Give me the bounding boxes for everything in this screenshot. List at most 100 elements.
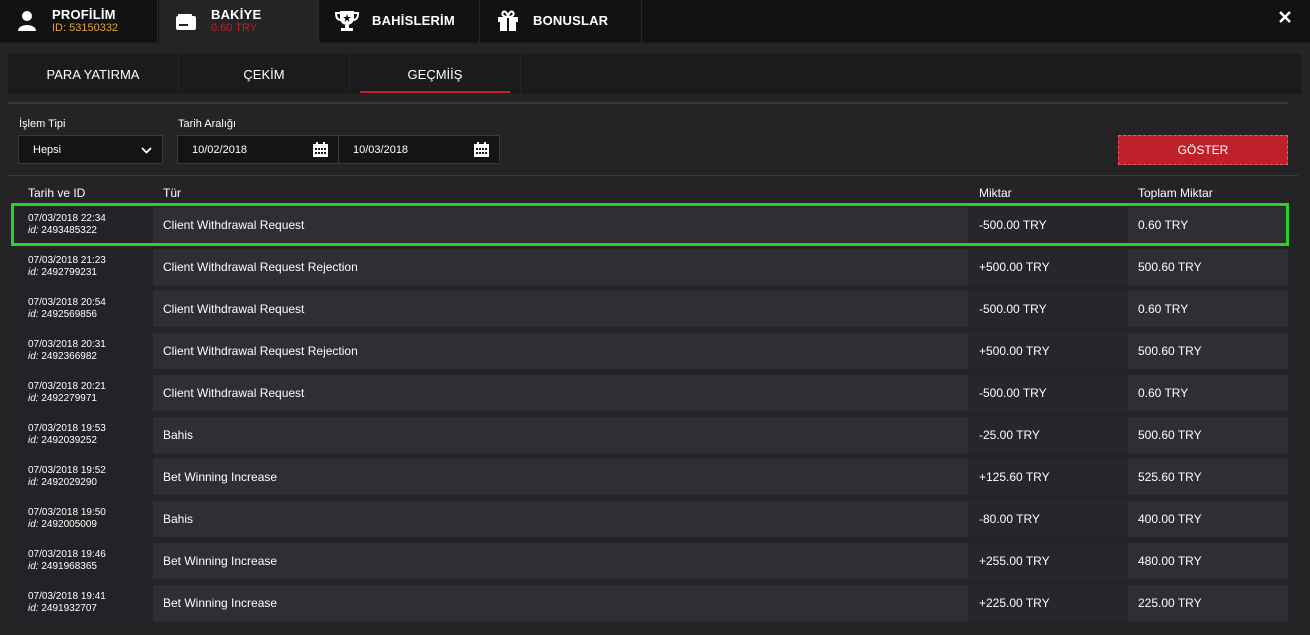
tab-history[interactable]: GEÇMİİŞ	[350, 54, 520, 94]
date-to-value: 10/03/2018	[353, 143, 409, 156]
row-id-value: 2492279971	[41, 393, 97, 404]
row-id: id: 2491968365	[28, 561, 153, 573]
tab-balance[interactable]: BAKİYE 0.60 TRY	[159, 0, 319, 43]
row-id-value: 2492799231	[41, 267, 97, 278]
row-type: Client Withdrawal Request	[163, 386, 305, 400]
row-amount: -25.00 TRY	[979, 428, 1040, 442]
row-id: id: 2492279971	[28, 393, 153, 405]
row-type: Client Withdrawal Request	[163, 302, 305, 316]
table-row[interactable]: 07/03/2018 20:31 id: 2492366982 Client Wit…	[18, 333, 1288, 369]
row-type: Client Withdrawal Request Rejection	[163, 344, 358, 358]
row-amount-cell: +225.00 TRY	[968, 585, 1128, 621]
row-id: id: 2491932707	[28, 603, 153, 615]
date-id-cell: 07/03/2018 19:52 id: 2492029290	[18, 459, 153, 495]
table-row[interactable]: 07/03/2018 20:54 id: 2492569856 Client Wit…	[18, 291, 1288, 327]
divider	[8, 102, 1288, 104]
id-prefix: id:	[28, 309, 39, 320]
row-id-value: 2492569856	[41, 309, 97, 320]
row-amount-cell: -500.00 TRY	[968, 291, 1128, 327]
wallet-icon	[173, 9, 199, 35]
row-amount-cell: +500.00 TRY	[968, 249, 1128, 285]
subtab-bar: PARA YATIRMA ÇEKİM GEÇMİİŞ	[8, 54, 521, 94]
row-total: 0.60 TRY	[1138, 386, 1189, 400]
row-id-value: 2492005009	[41, 519, 97, 530]
row-amount-cell: +500.00 TRY	[968, 333, 1128, 369]
row-total: 225.00 TRY	[1138, 596, 1202, 610]
trophy-icon	[334, 8, 360, 34]
table-row[interactable]: 07/03/2018 19:50 id: 2492005009 Bahis -80.0…	[18, 501, 1288, 537]
row-date: 07/03/2018 20:31	[28, 339, 106, 350]
tab-deposit[interactable]: PARA YATIRMA	[8, 54, 178, 94]
header-type: Tür	[163, 186, 181, 200]
tab-bets[interactable]: BAHİSLERİM	[320, 0, 480, 42]
row-amount: -80.00 TRY	[979, 512, 1040, 526]
row-date: 07/03/2018 19:53	[28, 423, 106, 434]
row-amount: -500.00 TRY	[979, 386, 1047, 400]
row-total: 480.00 TRY	[1138, 554, 1202, 568]
table-row[interactable]: 07/03/2018 19:41 id: 2491932707 Bet Winnin…	[18, 585, 1288, 621]
date-id-cell: 07/03/2018 19:46 id: 2491968365	[18, 543, 153, 579]
table-row[interactable]: 07/03/2018 19:53 id: 2492039252 Bahis -25.0…	[18, 417, 1288, 453]
calendar-icon[interactable]	[474, 142, 489, 157]
balance-amount: 0.60 TRY	[211, 22, 258, 34]
date-id-cell: 07/03/2018 19:41 id: 2491932707	[18, 585, 153, 621]
row-amount: +500.00 TRY	[979, 260, 1050, 274]
id-prefix: id:	[28, 267, 39, 278]
table-row[interactable]: 07/03/2018 20:21 id: 2492279971 Client Wit…	[18, 375, 1288, 411]
row-id: id: 2492029290	[28, 477, 153, 489]
row-id-value: 2491932707	[41, 603, 97, 614]
table-row[interactable]: 07/03/2018 19:46 id: 2491968365 Bet Winnin…	[18, 543, 1288, 579]
row-id: id: 2492005009	[28, 519, 153, 531]
date-range-label: Tarih Aralığı	[178, 118, 237, 130]
id-prefix: id:	[28, 393, 39, 404]
tab-bonuses[interactable]: BONUSLAR	[481, 0, 642, 42]
show-button[interactable]: GÖSTER	[1118, 135, 1288, 165]
row-highlight	[11, 203, 1289, 246]
bonuses-title: BONUSLAR	[533, 13, 609, 28]
date-id-cell: 07/03/2018 20:31 id: 2492366982	[18, 333, 153, 369]
tab-profile[interactable]: PROFİLİM ID: 53150332	[0, 0, 158, 42]
date-from-field[interactable]: 10/02/2018	[177, 135, 339, 164]
date-id-cell: 07/03/2018 20:54 id: 2492569856	[18, 291, 153, 327]
row-date: 07/03/2018 20:21	[28, 381, 106, 392]
table-row[interactable]: 07/03/2018 19:52 id: 2492029290 Bet Winnin…	[18, 459, 1288, 495]
id-prefix: id:	[28, 519, 39, 530]
row-type: Bet Winning Increase	[163, 470, 278, 484]
row-total: 525.60 TRY	[1138, 470, 1202, 484]
row-id-value: 2491968365	[41, 561, 97, 572]
date-to-field[interactable]: 10/03/2018	[338, 135, 500, 164]
divider	[8, 175, 1298, 176]
transaction-type-select[interactable]: Hepsi	[18, 135, 163, 164]
close-icon[interactable]	[1278, 10, 1292, 24]
row-id-value: 2492029290	[41, 477, 97, 488]
row-date: 07/03/2018 19:46	[28, 549, 106, 560]
row-type: Bahis	[163, 512, 194, 526]
date-from-value: 10/02/2018	[192, 143, 248, 156]
row-date: 07/03/2018 19:52	[28, 465, 106, 476]
row-amount: +255.00 TRY	[979, 554, 1050, 568]
date-id-cell: 07/03/2018 19:50 id: 2492005009	[18, 501, 153, 537]
date-id-cell: 07/03/2018 20:21 id: 2492279971	[18, 375, 153, 411]
table-row[interactable]: 07/03/2018 21:23 id: 2492799231 Client Wit…	[18, 249, 1288, 285]
row-total: 500.60 TRY	[1138, 428, 1202, 442]
row-amount-cell: +125.60 TRY	[968, 459, 1128, 495]
row-type: Client Withdrawal Request Rejection	[163, 260, 358, 274]
header-total: Toplam Miktar	[1138, 186, 1213, 200]
row-date: 07/03/2018 19:50	[28, 507, 106, 518]
chevron-down-icon	[141, 145, 152, 157]
balance-title: BAKİYE	[211, 7, 262, 22]
row-date: 07/03/2018 20:54	[28, 297, 106, 308]
transaction-type-value: Hepsi	[33, 143, 62, 156]
user-icon	[14, 8, 40, 34]
row-date: 07/03/2018 19:41	[28, 591, 106, 602]
row-total: 500.60 TRY	[1138, 344, 1202, 358]
id-prefix: id:	[28, 351, 39, 362]
tab-withdraw[interactable]: ÇEKİM	[179, 54, 349, 94]
row-id-value: 2492366982	[41, 351, 97, 362]
row-amount-cell: -80.00 TRY	[968, 501, 1128, 537]
row-total: 400.00 TRY	[1138, 512, 1202, 526]
header-date-id: Tarih ve ID	[28, 186, 86, 200]
calendar-icon[interactable]	[313, 142, 328, 157]
row-amount: +500.00 TRY	[979, 344, 1050, 358]
header-amount: Miktar	[979, 186, 1012, 200]
